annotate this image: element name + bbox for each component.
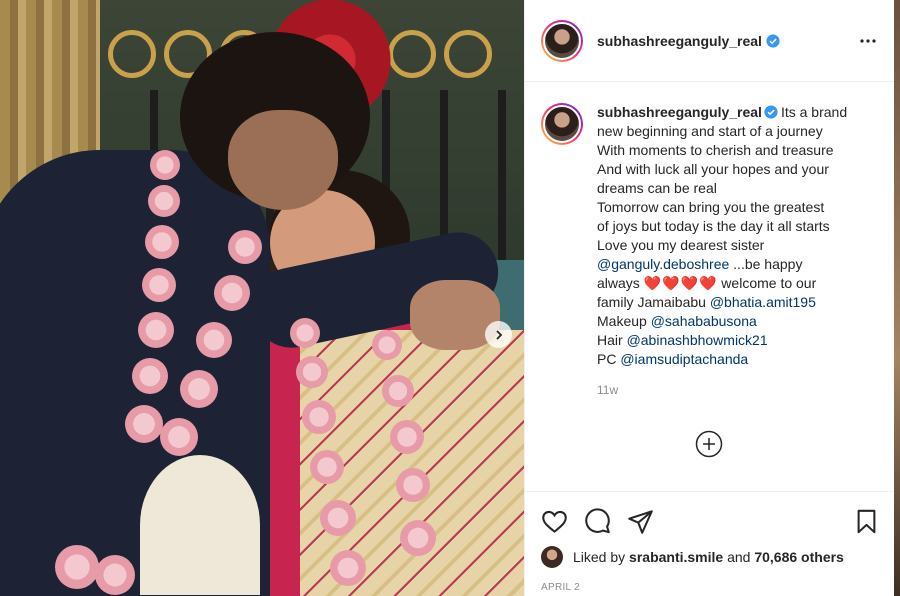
likes-summary: Liked by srabanti.smile and 70,686 other… xyxy=(541,546,880,568)
plus-circle-icon xyxy=(695,430,723,458)
send-icon xyxy=(628,509,653,534)
comments-section: subhashreeganguly_real Its a brand new be… xyxy=(525,83,894,490)
caption-line-9: always ❤️❤️❤️❤️ welcome to our xyxy=(597,275,817,291)
mention-link[interactable]: @abinashbhowmick21 xyxy=(627,332,768,348)
mention-link[interactable]: @sahababusona xyxy=(651,313,757,329)
photo-dhoti xyxy=(140,455,260,595)
caption-username[interactable]: subhashreeganguly_real xyxy=(597,104,762,120)
instagram-post: subhashreeganguly_real subhashreeganguly… xyxy=(0,0,900,596)
likes-count[interactable]: 70,686 others xyxy=(754,549,844,565)
verified-badge-icon xyxy=(764,105,778,119)
post-header: subhashreeganguly_real xyxy=(525,0,894,82)
liker-username[interactable]: srabanti.smile xyxy=(629,549,723,565)
verified-badge-icon xyxy=(766,33,780,48)
chevron-right-icon xyxy=(495,329,502,340)
post-side-panel: subhashreeganguly_real subhashreeganguly… xyxy=(524,0,894,596)
more-options-icon xyxy=(860,38,876,43)
caption-line-6: of joys but today is the day it all star… xyxy=(597,218,830,234)
caption-line-7: Love you my dearest sister xyxy=(597,237,765,253)
caption-line-10: family Jamaibabu @bhatia.amit195 xyxy=(597,294,816,310)
background-edge xyxy=(894,0,900,596)
caption-line-0: Its a brand xyxy=(780,104,848,120)
next-photo-button[interactable] xyxy=(485,321,512,348)
hearts-emoji: ❤️❤️❤️❤️ xyxy=(643,275,718,291)
more-options-button[interactable] xyxy=(856,29,880,53)
caption-line-11: Makeup @sahababusona xyxy=(597,313,757,329)
caption-line-3: And with luck all your hopes and your xyxy=(597,161,829,177)
action-icons xyxy=(541,506,880,536)
caption-row: subhashreeganguly_real Its a brand new be… xyxy=(541,103,878,369)
caption-line-13: PC @iamsudiptachanda xyxy=(597,351,749,367)
bookmark-icon xyxy=(857,509,876,533)
heart-icon xyxy=(542,510,567,533)
author-avatar[interactable] xyxy=(541,19,583,62)
caption-timestamp[interactable]: 11w xyxy=(597,383,878,397)
caption-line-12: Hair @abinashbhowmick21 xyxy=(597,332,768,348)
comment-button[interactable] xyxy=(584,507,611,535)
comment-icon xyxy=(585,507,610,533)
caption-line-5: Tomorrow can bring you the greatest xyxy=(597,199,825,215)
save-button[interactable] xyxy=(853,508,880,535)
likes-prefix: Liked by xyxy=(573,549,626,565)
load-more-comments-button[interactable] xyxy=(695,430,723,458)
like-button[interactable] xyxy=(541,508,568,535)
mention-link[interactable]: @ganguly.deboshree xyxy=(597,256,729,272)
post-photo[interactable] xyxy=(0,0,524,596)
mention-link[interactable]: @bhatia.amit195 xyxy=(710,294,816,310)
likes-and: and xyxy=(727,549,751,565)
caption-line-1: new beginning and start of a journey xyxy=(597,123,823,139)
photo-groom-face xyxy=(228,110,338,210)
mention-link[interactable]: @iamsudiptachanda xyxy=(620,351,748,367)
caption-text: subhashreeganguly_real Its a brand new be… xyxy=(597,103,867,369)
caption-line-8: @ganguly.deboshree ...be happy xyxy=(597,256,803,272)
author-username[interactable]: subhashreeganguly_real xyxy=(597,33,762,49)
caption-avatar[interactable] xyxy=(541,103,583,145)
caption-line-4: dreams can be real xyxy=(597,180,717,196)
caption-line-2: With moments to cherish and treasure xyxy=(597,142,834,158)
liker-avatar[interactable] xyxy=(541,546,563,568)
share-button[interactable] xyxy=(627,508,654,535)
post-actions: Liked by srabanti.smile and 70,686 other… xyxy=(525,491,894,593)
post-date[interactable]: APRIL 2 xyxy=(541,582,880,593)
